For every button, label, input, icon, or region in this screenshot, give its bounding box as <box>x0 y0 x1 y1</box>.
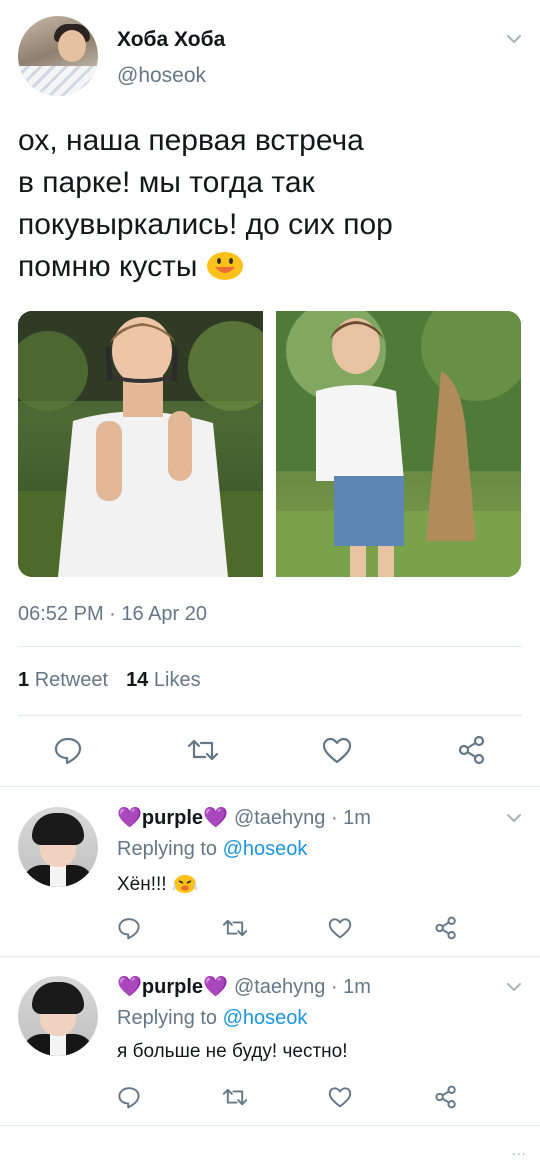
purple-heart-emoji: 💜 <box>203 976 228 998</box>
likes-count: 14 <box>126 669 149 691</box>
tweet-text-line: помню кусты <box>18 250 198 283</box>
reply-text-content: я больше не буду! честно! <box>117 1041 348 1062</box>
divider <box>18 715 522 716</box>
reply-display-name: purple <box>141 807 204 829</box>
replying-to-label: Replying to <box>117 838 218 860</box>
reply-text: я больше не буду! честно! <box>117 1041 348 1063</box>
reply-icon[interactable] <box>50 732 86 768</box>
chevron-down-icon[interactable] <box>505 978 523 996</box>
author-handle[interactable]: @hoseok <box>117 64 206 88</box>
reply-avatar[interactable] <box>18 976 98 1056</box>
retweet-count: 1 <box>18 669 30 691</box>
face-with-steam-emoji <box>172 872 198 894</box>
mention-link[interactable]: @hoseok <box>223 1007 308 1029</box>
photo-boy-park-tree[interactable] <box>276 311 521 577</box>
author-avatar[interactable] <box>18 16 98 96</box>
reply-handle-time: @taehyng · 1m <box>233 807 371 829</box>
like-icon[interactable] <box>326 914 354 942</box>
reply-display-name: purple <box>141 976 204 998</box>
share-icon[interactable] <box>432 914 460 942</box>
reply-handle-time: @taehyng · 1m <box>233 976 371 998</box>
reply-tweet[interactable]: 💜purple💜 @taehyng · 1m Replying to @hoseo… <box>0 957 540 1127</box>
tweet-timestamp[interactable]: 06:52 PM · 16 Apr 20 <box>18 603 207 626</box>
tweet-media[interactable] <box>18 311 521 577</box>
divider <box>18 646 522 647</box>
chevron-down-icon[interactable] <box>505 30 523 48</box>
tweet-text-line: ох, наша первая встреча <box>18 124 364 157</box>
likes-count-link[interactable]: 14 Likes <box>126 669 201 691</box>
tweet-text: ох, наша первая встреча в парке! мы тогд… <box>18 120 518 288</box>
tweet-text-line: в парке! мы тогда так <box>18 166 315 199</box>
retweet-label: Retweet <box>34 669 109 691</box>
divider <box>0 1125 540 1126</box>
tweet-text-line: покувыркались! до сих пор <box>18 208 393 241</box>
replying-to: Replying to @hoseok <box>117 838 307 861</box>
retweet-icon[interactable] <box>221 1083 249 1111</box>
reply-icon[interactable] <box>115 1083 143 1111</box>
chevron-down-icon[interactable] <box>505 809 523 827</box>
retweet-icon[interactable] <box>221 914 249 942</box>
replying-to-label: Replying to <box>117 1007 218 1029</box>
retweet-count-link[interactable]: 1 Retweet <box>18 669 108 691</box>
mention-link[interactable]: @hoseok <box>223 838 308 860</box>
reply-text-content: Хён!!! <box>117 874 167 895</box>
tweet-stats: 1 Retweet 14 Likes <box>18 669 201 692</box>
likes-label: Likes <box>153 669 201 691</box>
reply-avatar[interactable] <box>18 807 98 887</box>
grinning-face-emoji <box>206 249 244 281</box>
tweet-text-line-last: помню кусты <box>18 246 518 288</box>
like-icon[interactable] <box>326 1083 354 1111</box>
share-icon[interactable] <box>454 732 490 768</box>
author-display-name[interactable]: Хоба Хоба <box>117 28 225 52</box>
reply-text: Хён!!! <box>117 872 198 896</box>
replying-to: Replying to @hoseok <box>117 1007 307 1030</box>
photo-boy-headphones[interactable] <box>18 311 263 577</box>
purple-heart-emoji: 💜 <box>117 976 142 998</box>
reply-tweet[interactable]: 💜purple💜 @taehyng · 1m Replying to @hoseo… <box>0 787 540 957</box>
reply-icon[interactable] <box>115 914 143 942</box>
reply-author[interactable]: 💜purple💜 @taehyng · 1m <box>117 805 371 830</box>
more-indicator: ... <box>512 1142 527 1158</box>
purple-heart-emoji: 💜 <box>117 807 142 829</box>
like-icon[interactable] <box>319 732 355 768</box>
purple-heart-emoji: 💜 <box>203 807 228 829</box>
reply-author[interactable]: 💜purple💜 @taehyng · 1m <box>117 974 371 999</box>
retweet-icon[interactable] <box>185 732 221 768</box>
share-icon[interactable] <box>432 1083 460 1111</box>
